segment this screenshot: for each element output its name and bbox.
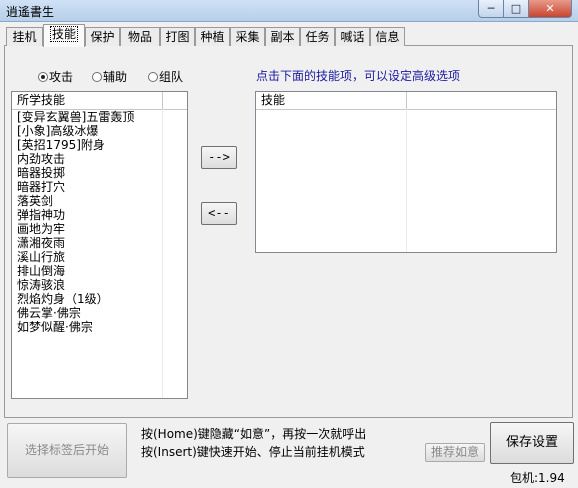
list-item[interactable]: [英招1795]附身 xyxy=(17,138,187,152)
tab-7[interactable]: 副本 xyxy=(265,27,300,46)
info-line-1: 按(Home)键隐藏“如意”，再按一次就呼出 xyxy=(141,427,367,441)
tab-6[interactable]: 采集 xyxy=(230,27,265,46)
list-item[interactable]: [小象]高级冰爆 xyxy=(17,124,187,138)
list-header: 技能 xyxy=(256,92,556,110)
radio-attack[interactable]: 攻击 xyxy=(38,68,73,85)
column-header-skill[interactable]: 技能 xyxy=(256,92,407,109)
title-bar: 逍遙書生 ─ □ ✕ xyxy=(0,0,578,22)
tab-2[interactable]: 保护 xyxy=(85,27,120,46)
list-item[interactable]: 烈焰灼身（1级） xyxy=(17,292,187,306)
list-item[interactable]: 落英剑 xyxy=(17,194,187,208)
list-item[interactable]: 溪山行旅 xyxy=(17,250,187,264)
list-header: 所学技能 xyxy=(12,92,187,110)
list-item[interactable]: [变异玄翼兽]五雷轰顶 xyxy=(17,110,187,124)
list-item[interactable]: 画地为牢 xyxy=(17,222,187,236)
start-button[interactable]: 选择标签后开始 xyxy=(7,423,127,478)
info-line-2: 按(Insert)键快速开始、停止当前挂机模式 xyxy=(141,445,365,459)
tab-0[interactable]: 挂机 xyxy=(6,27,43,46)
tab-4[interactable]: 打图 xyxy=(160,27,195,46)
version-status: 包机:1.94 xyxy=(510,471,565,485)
list-item[interactable]: 如梦似醒·佛宗 xyxy=(17,320,187,334)
minimize-button[interactable]: ─ xyxy=(478,0,504,18)
tab-8[interactable]: 任务 xyxy=(300,27,335,46)
list-item[interactable]: 内劲攻击 xyxy=(17,152,187,166)
radio-assist[interactable]: 辅助 xyxy=(92,68,127,85)
list-item[interactable]: 暗器打穴 xyxy=(17,180,187,194)
tab-5[interactable]: 种植 xyxy=(195,27,230,46)
radio-team[interactable]: 组队 xyxy=(148,68,183,85)
list-item[interactable]: 潇湘夜雨 xyxy=(17,236,187,250)
tab-1[interactable]: 技能 xyxy=(43,24,85,47)
learned-skills-list[interactable]: 所学技能 [变异玄翼兽]五雷轰顶 [小象]高级冰爆 [英招1795]附身 内劲攻击 暗器… xyxy=(11,91,188,399)
add-skill-button[interactable]: --> xyxy=(201,146,237,169)
list-item[interactable]: 排山倒海 xyxy=(17,264,187,278)
tab-10[interactable]: 信息 xyxy=(370,27,405,46)
recommend-button[interactable]: 推荐如意 xyxy=(425,443,485,462)
radio-dot xyxy=(38,72,48,82)
column-header-learned[interactable]: 所学技能 xyxy=(12,92,163,109)
save-settings-button[interactable]: 保存设置 xyxy=(490,422,574,464)
list-item[interactable]: 暗器投掷 xyxy=(17,166,187,180)
list-item[interactable]: 弹指神功 xyxy=(17,208,187,222)
radio-dot xyxy=(148,72,158,82)
remove-skill-button[interactable]: <-- xyxy=(201,202,237,225)
window-title: 逍遙書生 xyxy=(6,5,55,19)
maximize-button[interactable]: □ xyxy=(503,0,529,18)
list-item[interactable]: 佛云掌·佛宗 xyxy=(17,306,187,320)
tab-3[interactable]: 物品 xyxy=(120,27,160,46)
tab-9[interactable]: 喊话 xyxy=(335,27,370,46)
list-item[interactable]: 惊涛骇浪 xyxy=(17,278,187,292)
skill-hint: 点击下面的技能项，可以设定高级选项 xyxy=(256,69,461,83)
selected-skills-list[interactable]: 技能 xyxy=(255,91,557,253)
radio-dot xyxy=(92,72,102,82)
close-button[interactable]: ✕ xyxy=(528,0,572,18)
